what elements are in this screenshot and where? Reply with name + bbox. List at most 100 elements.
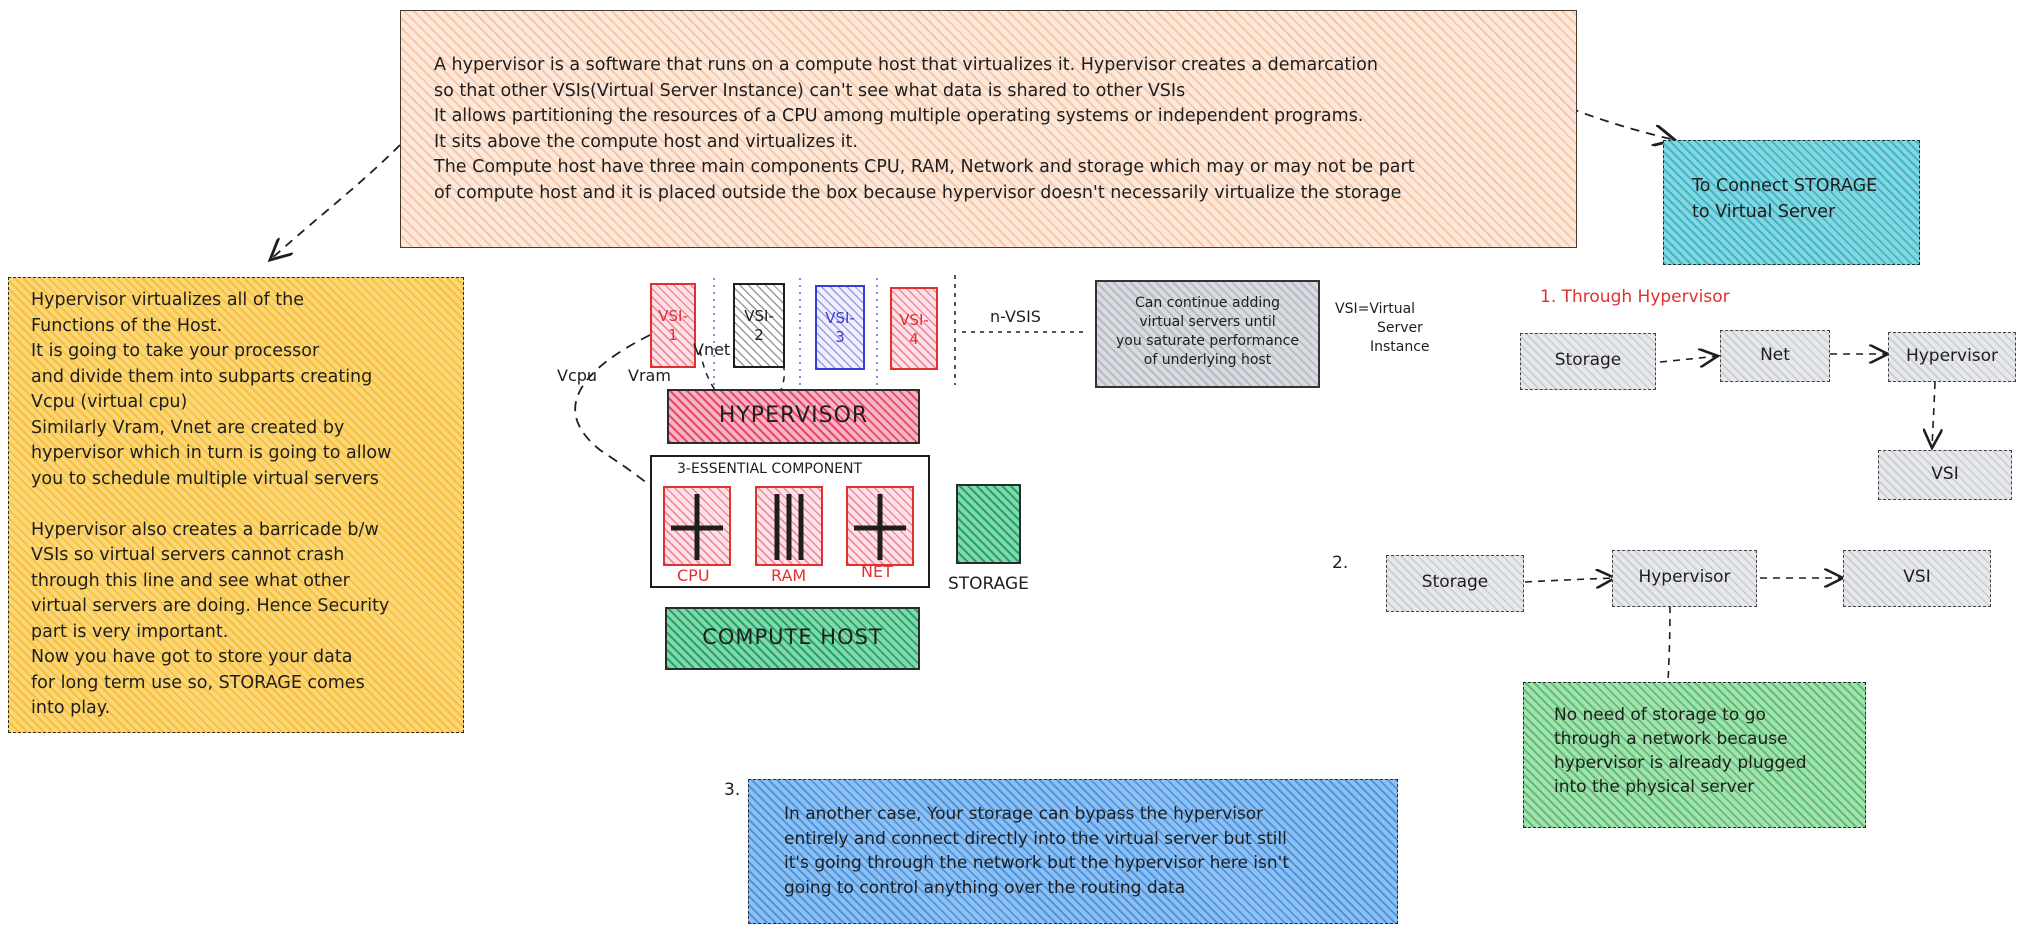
note-line: through this line and see what other xyxy=(31,570,350,591)
note-line: so that other VSIs(Virtual Server Instan… xyxy=(434,80,1186,101)
node-label: VSI xyxy=(1931,464,1959,484)
vsi-def-line: VSI=Virtual xyxy=(1335,301,1416,317)
note-line: Vcpu (virtual cpu) xyxy=(31,392,188,412)
node-label: VSI xyxy=(1903,567,1931,587)
note-line: through a network because xyxy=(1554,729,1788,749)
vsi-box: VSI- 3 xyxy=(815,285,865,370)
note-line: A hypervisor is a software that runs on … xyxy=(434,55,1378,75)
vsi-box: VSI- 4 xyxy=(890,287,938,370)
connect-storage-note: To Connect STORAGE to Virtual Server xyxy=(1663,140,1920,265)
option2-number: 2. xyxy=(1332,553,1349,573)
ram-label: RAM xyxy=(771,566,807,585)
vnet-label: Vnet xyxy=(693,340,731,359)
vsi-def-line: Server xyxy=(1377,320,1423,336)
note-line: Similarly Vram, Vnet are created by xyxy=(31,417,345,438)
vsi-number: 1 xyxy=(668,326,678,344)
node-label: Storage xyxy=(1421,572,1489,592)
note-line: In another case, Your storage can bypass… xyxy=(784,804,1264,824)
cpu-block xyxy=(663,486,731,566)
note-line: hypervisor which in turn is going to all… xyxy=(31,443,392,463)
note-line: entirely and connect directly into the v… xyxy=(784,828,1287,849)
note-line: The Compute host have three main compone… xyxy=(434,157,1415,177)
vcpu-label: Vcpu xyxy=(557,366,598,385)
node-label: Storage xyxy=(1554,350,1622,370)
cpu-icon xyxy=(671,494,723,560)
vsi-number: 2 xyxy=(754,326,764,344)
note-line: Hypervisor also creates a barricade b/w xyxy=(31,519,379,540)
arrow-top-to-left xyxy=(270,144,401,260)
option2-note: No need of storage to go through a netwo… xyxy=(1523,682,1866,828)
compute-host-block: COMPUTE HOST xyxy=(665,607,920,670)
net-icon xyxy=(854,494,906,560)
vram-label: Vram xyxy=(628,366,671,385)
note-line: you to schedule multiple virtual servers xyxy=(31,468,379,489)
vsi-label: VSI- xyxy=(744,307,774,325)
node-label: Hypervisor xyxy=(1905,346,1999,366)
vsi-definition: VSI=Virtual Server Instance xyxy=(1335,300,1455,357)
arrow-storage-net xyxy=(1659,356,1718,362)
cpu-label: CPU xyxy=(677,566,710,585)
note-line: of underlying host xyxy=(1143,352,1272,368)
option3-note: In another case, Your storage can bypass… xyxy=(748,779,1398,924)
option2-vsi-node: VSI xyxy=(1843,550,1991,607)
ram-block xyxy=(755,486,823,566)
storage-block xyxy=(956,484,1021,564)
vsi-box: VSI- 2 xyxy=(733,283,785,368)
vsi-number: 4 xyxy=(909,330,919,348)
node-label: Hypervisor xyxy=(1638,567,1731,587)
vsi-label: VSI- xyxy=(899,311,929,329)
note-line: going to control anything over the routi… xyxy=(784,877,1186,898)
net-block xyxy=(846,486,914,566)
arrow-hypervisor-vsi xyxy=(1932,381,1935,448)
arrow-storage-hypervisor-2 xyxy=(1524,578,1615,582)
note-line: Can continue adding xyxy=(1134,295,1280,311)
note-line: Hypervisor virtualizes all of the xyxy=(31,290,304,310)
continue-adding-note: Can continue adding virtual servers unti… xyxy=(1095,280,1320,388)
vsi-number: 3 xyxy=(835,328,845,346)
note-line: for long term use so, STORAGE comes xyxy=(31,672,365,693)
note-line: It is going to take your processor xyxy=(31,341,320,361)
note-line: into the physical server xyxy=(1554,777,1755,797)
hypervisor-explanation-note: Hypervisor virtualizes all of the Functi… xyxy=(8,277,464,733)
option3-number: 3. xyxy=(724,780,741,800)
note-line: to Virtual Server xyxy=(1692,202,1836,222)
vsi-box: VSI- 1 xyxy=(650,283,696,368)
note-line: virtual servers until xyxy=(1139,314,1276,330)
note-line: into play. xyxy=(31,698,111,718)
arrow-top-to-storage xyxy=(1569,107,1675,140)
storage-label: STORAGE xyxy=(948,574,1029,594)
line-hypervisor-note xyxy=(1667,605,1671,683)
option2-storage-node: Storage xyxy=(1386,555,1524,612)
node-label: Net xyxy=(1760,345,1790,365)
note-line: Functions of the Host. xyxy=(31,315,223,336)
compute-host-label: COMPUTE HOST xyxy=(702,625,883,649)
net-label: NET xyxy=(861,562,893,581)
note-line: and divide them into subparts creating xyxy=(31,366,373,387)
note-line: No need of storage to go xyxy=(1554,705,1766,725)
vsi-label: VSI- xyxy=(825,309,855,327)
note-line: virtual servers are doing. Hence Securit… xyxy=(31,596,390,616)
option1-net-node: Net xyxy=(1720,330,1830,382)
note-line: To Connect STORAGE xyxy=(1692,176,1878,196)
ram-icon xyxy=(774,494,804,560)
n-vsis-label: n-VSIS xyxy=(990,307,1041,326)
option1-title: 1. Through Hypervisor xyxy=(1540,287,1730,307)
hypervisor-definition-note: A hypervisor is a software that runs on … xyxy=(400,10,1577,248)
option1-hypervisor-node: Hypervisor xyxy=(1888,332,2016,382)
note-line: you saturate performance xyxy=(1116,333,1299,349)
option2-hypervisor-node: Hypervisor xyxy=(1612,550,1757,607)
option1-storage-node: Storage xyxy=(1520,333,1656,390)
note-line: hypervisor is already plugged xyxy=(1554,753,1807,773)
note-line: It sits above the compute host and virtu… xyxy=(434,131,858,152)
vsi-def-line: Instance xyxy=(1370,339,1430,355)
vsi-label: VSI- xyxy=(658,307,688,325)
note-line: Now you have got to store your data xyxy=(31,647,353,667)
note-line: part is very important. xyxy=(31,621,229,642)
note-line: It allows partitioning the resources of … xyxy=(434,106,1364,126)
note-line xyxy=(31,492,463,518)
option1-vsi-node: VSI xyxy=(1878,450,2012,500)
hypervisor-label: HYPERVISOR xyxy=(718,403,869,428)
note-line: VSIs so virtual servers cannot crash xyxy=(31,545,345,565)
essential-label: 3-ESSENTIAL COMPONENT xyxy=(677,461,863,477)
note-line: it's going through the network but the h… xyxy=(784,853,1290,873)
